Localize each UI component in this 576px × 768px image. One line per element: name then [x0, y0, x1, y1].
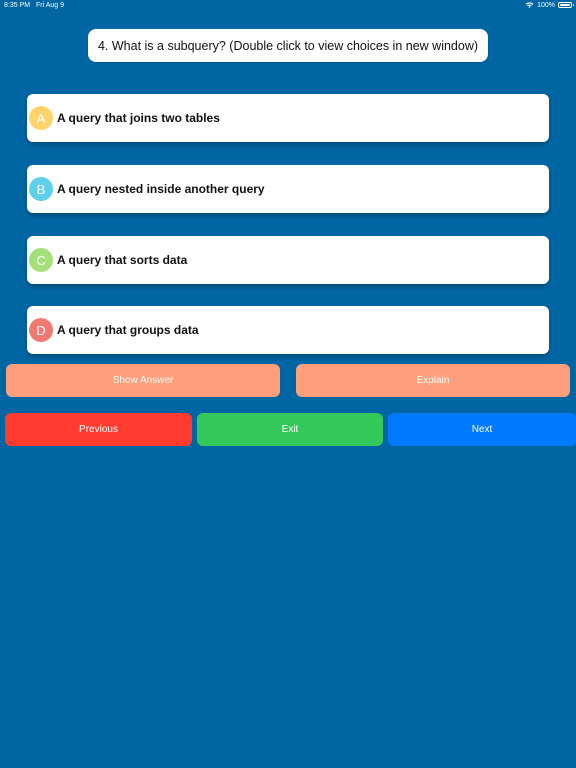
next-button[interactable]: Next: [388, 413, 576, 446]
show-answer-button[interactable]: Show Answer: [6, 364, 280, 397]
explain-button[interactable]: Explain: [296, 364, 570, 397]
status-date: Fri Aug 9: [36, 2, 65, 9]
question-card[interactable]: 4. What is a subquery? (Double click to …: [88, 29, 488, 62]
battery-icon: [558, 2, 574, 8]
exit-button[interactable]: Exit: [197, 413, 383, 446]
choice-d[interactable]: D A query that groups data: [27, 306, 549, 354]
choice-text: A query nested inside another query: [57, 182, 265, 196]
status-indicators: 100%: [525, 1, 574, 9]
choice-text: A query that groups data: [57, 323, 199, 337]
choice-b[interactable]: B A query nested inside another query: [27, 165, 549, 213]
choice-c[interactable]: C A query that sorts data: [27, 236, 549, 284]
choice-letter-badge: B: [29, 177, 53, 201]
question-text: 4. What is a subquery? (Double click to …: [97, 38, 479, 53]
choice-text: A query that joins two tables: [57, 111, 220, 125]
choice-letter-badge: D: [29, 318, 53, 342]
choice-a[interactable]: A A query that joins two tables: [27, 94, 549, 142]
previous-button[interactable]: Previous: [5, 413, 192, 446]
battery-percent: 100%: [537, 1, 555, 9]
status-bar: 8:35 PM Fri Aug 9 100%: [0, 0, 576, 12]
wifi-icon: [525, 2, 534, 8]
choice-letter-badge: C: [29, 248, 53, 272]
choice-text: A query that sorts data: [57, 253, 188, 267]
status-time: 8:35 PM: [4, 2, 31, 9]
choice-letter-badge: A: [29, 106, 53, 130]
